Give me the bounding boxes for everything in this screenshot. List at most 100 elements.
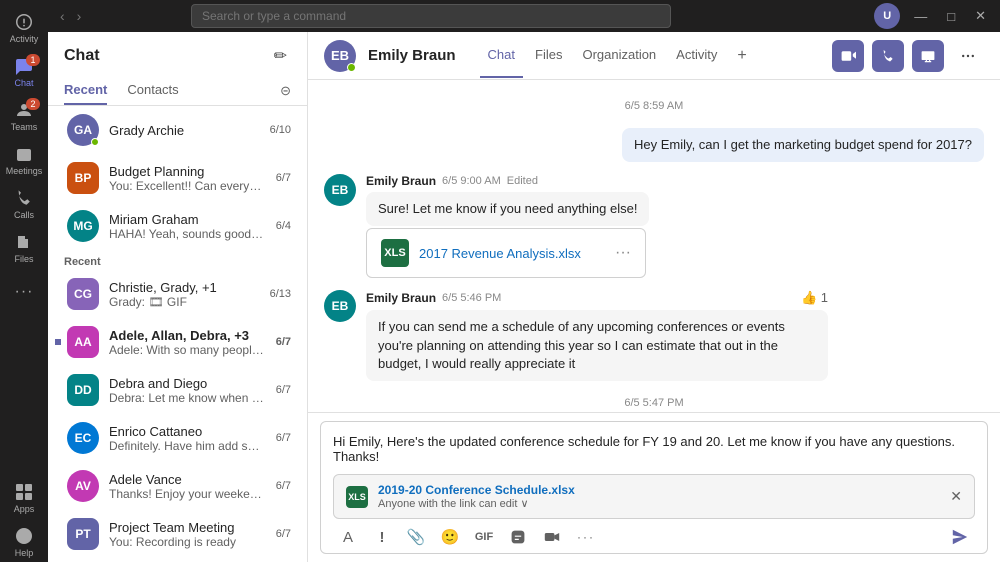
tab-organization[interactable]: Organization xyxy=(574,33,664,78)
file-attachment[interactable]: XLS 2017 Revenue Analysis.xlsx ··· xyxy=(366,228,646,278)
system-time-1: 6/5 8:59 AM xyxy=(324,100,984,112)
more-options-button[interactable] xyxy=(952,40,984,72)
add-tab-button[interactable]: + xyxy=(729,39,754,73)
file-preview-sub: Anyone with the link can edit ∨ xyxy=(378,497,940,510)
chat-item-meta: 6/13 xyxy=(270,288,291,300)
meet-button[interactable] xyxy=(537,523,567,551)
close-button[interactable]: ✕ xyxy=(969,6,992,26)
sidebar-item-help[interactable]: Help xyxy=(4,522,44,562)
avatar: PT xyxy=(67,518,99,550)
search-bar[interactable] xyxy=(191,4,671,28)
list-item[interactable]: BP Budget Planning You: Excellent!! Can … xyxy=(48,154,307,202)
compose-toolbar: A ! 📎 🙂 GIF ··· xyxy=(333,519,975,551)
file-preview-close[interactable]: ✕ xyxy=(950,488,962,505)
format-button[interactable]: A xyxy=(333,523,363,551)
list-item[interactable]: AV Adele Vance Thanks! Enjoy your weeken… xyxy=(48,462,307,510)
video-call-button[interactable] xyxy=(832,40,864,72)
chat-item-meta: 6/7 xyxy=(276,384,291,396)
sidebar-item-calls[interactable]: Calls xyxy=(4,184,44,224)
chat-item-content: Adele, Allan, Debra, +3 Adele: With so m… xyxy=(109,328,266,357)
emoji-button[interactable]: 🙂 xyxy=(435,523,465,551)
maximize-button[interactable]: □ xyxy=(941,7,961,26)
list-item[interactable]: GA Grady Archie 6/10 xyxy=(48,106,307,154)
chat-list-panel: Chat ✏ Recent Contacts ⊝ GA Grady Archie… xyxy=(48,32,308,562)
file-more-button[interactable]: ··· xyxy=(615,244,631,262)
list-item[interactable]: EC Enrico Cattaneo Definitely. Have him … xyxy=(48,414,307,462)
teams-badge: 2 xyxy=(26,98,40,110)
chat-header-actions xyxy=(832,40,984,72)
chat-items-list: GA Grady Archie 6/10 BP Budget Planning … xyxy=(48,106,307,562)
file-name: 2017 Revenue Analysis.xlsx xyxy=(419,246,605,261)
important-button[interactable]: ! xyxy=(367,523,397,551)
chat-item-content: Enrico Cattaneo Definitely. Have him add… xyxy=(109,424,266,453)
message-avatar: EB xyxy=(324,290,356,322)
sidebar-item-meetings[interactable]: Meetings xyxy=(4,140,44,180)
minimize-button[interactable]: — xyxy=(908,7,933,26)
chat-item-preview: Grady: 🎞 GIF xyxy=(109,295,260,309)
screen-share-button[interactable] xyxy=(912,40,944,72)
avatar: EC xyxy=(67,422,99,454)
list-item[interactable]: DD Debra and Diego Debra: Let me know wh… xyxy=(48,366,307,414)
list-item[interactable]: CC Christie Cline You: What day do you w… xyxy=(48,558,307,562)
tab-contacts[interactable]: Contacts xyxy=(127,76,178,105)
attach-button[interactable]: 📎 xyxy=(401,523,431,551)
tab-activity[interactable]: Activity xyxy=(668,33,725,78)
list-item[interactable]: CG Christie, Grady, +1 Grady: 🎞 GIF 6/13 xyxy=(48,270,307,318)
messages-area: 6/5 8:59 AM Hey Emily, can I get the mar… xyxy=(308,80,1000,412)
reaction-emoji: 👍 1 xyxy=(801,290,828,306)
sidebar-item-apps-label: Apps xyxy=(14,504,35,514)
sidebar-item-help-label: Help xyxy=(15,548,34,558)
sticker-button[interactable] xyxy=(503,523,533,551)
gif-button[interactable]: GIF xyxy=(469,523,499,551)
compose-message-text[interactable]: Hi Emily, Here's the updated conference … xyxy=(333,430,975,468)
sidebar-item-teams[interactable]: 2 Teams xyxy=(4,96,44,136)
chat-item-preview: Debra: Let me know when you guys would l… xyxy=(109,391,266,405)
file-preview-name: 2019-20 Conference Schedule.xlsx xyxy=(378,483,940,497)
sidebar-item-apps[interactable]: Apps xyxy=(4,478,44,518)
sidebar-item-more[interactable]: ··· xyxy=(4,272,44,312)
chat-item-meta: 6/7 xyxy=(276,432,291,444)
message-avatar: EB xyxy=(324,174,356,206)
back-button[interactable]: ‹ xyxy=(56,6,69,26)
search-input[interactable] xyxy=(202,9,660,23)
sidebar-item-activity[interactable]: Activity xyxy=(4,8,44,48)
tab-recent[interactable]: Recent xyxy=(64,76,107,105)
forward-button[interactable]: › xyxy=(73,6,86,26)
message-sender: Emily Braun xyxy=(366,174,436,188)
filter-icon[interactable]: ⊝ xyxy=(280,83,291,99)
more-compose-button[interactable]: ··· xyxy=(571,523,601,551)
list-item[interactable]: MG Miriam Graham HAHA! Yeah, sounds good… xyxy=(48,202,307,250)
sidebar-item-files[interactable]: Files xyxy=(4,228,44,268)
nav-buttons: ‹ › xyxy=(56,6,85,26)
chat-item-name: Debra and Diego xyxy=(109,376,266,391)
chat-item-content: Grady Archie xyxy=(109,123,260,138)
chat-item-preview: You: Recording is ready xyxy=(109,535,266,549)
section-label-recent: Recent xyxy=(48,250,307,270)
chat-item-meta: 6/10 xyxy=(270,124,291,136)
new-chat-button[interactable]: ✏ xyxy=(270,44,291,68)
sidebar-item-chat[interactable]: 1 Chat xyxy=(4,52,44,92)
avatar: GA xyxy=(67,114,99,146)
user-avatar[interactable]: U xyxy=(874,3,900,29)
compose-area: Hi Emily, Here's the updated conference … xyxy=(308,412,1000,562)
sidebar-item-chat-label: Chat xyxy=(14,78,33,88)
message-time: 6/5 9:00 AM xyxy=(442,175,501,187)
avatar: CG xyxy=(67,278,99,310)
avatar: AA xyxy=(67,326,99,358)
avatar: MG xyxy=(67,210,99,242)
compose-box[interactable]: Hi Emily, Here's the updated conference … xyxy=(320,421,988,554)
tab-chat[interactable]: Chat xyxy=(480,33,523,78)
chat-item-content: Adele Vance Thanks! Enjoy your weekend! xyxy=(109,472,266,501)
send-button[interactable] xyxy=(945,523,975,551)
message-group-emily-1: EB Emily Braun 6/5 9:00 AM Edited Sure! … xyxy=(324,174,984,278)
chat-item-meta: 6/7 xyxy=(276,480,291,492)
chat-item-meta: 6/7 xyxy=(276,172,291,184)
message-group-self: Hey Emily, can I get the marketing budge… xyxy=(324,128,984,162)
tab-files[interactable]: Files xyxy=(527,33,570,78)
list-item[interactable]: PT Project Team Meeting You: Recording i… xyxy=(48,510,307,558)
list-item[interactable]: AA Adele, Allan, Debra, +3 Adele: With s… xyxy=(48,318,307,366)
chat-item-content: Miriam Graham HAHA! Yeah, sounds good! T… xyxy=(109,212,266,241)
audio-call-button[interactable] xyxy=(872,40,904,72)
chat-item-meta: 6/4 xyxy=(276,220,291,232)
chat-badge: 1 xyxy=(26,54,40,66)
